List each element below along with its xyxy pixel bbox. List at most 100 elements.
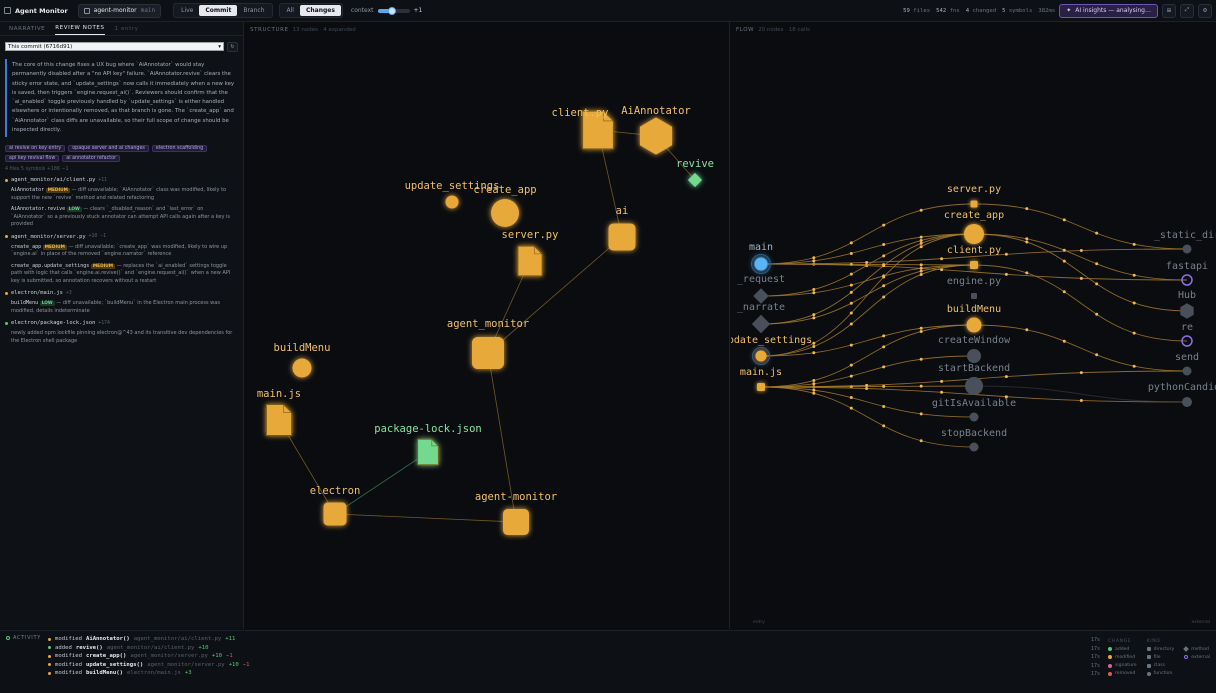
ai-insights-button[interactable]: ✦ AI insights — analysing… xyxy=(1059,3,1158,18)
flow-node-circle-icon[interactable] xyxy=(754,257,768,271)
mode-branch[interactable]: Branch xyxy=(237,5,270,16)
flow-node[interactable] xyxy=(964,224,984,244)
flow-particle xyxy=(919,357,923,361)
structure-node-package_lock[interactable] xyxy=(417,438,439,466)
activity-row[interactable]: modified AiAnnotator() agent_monitor/ai/cl… xyxy=(48,635,250,644)
flow-node[interactable] xyxy=(970,261,978,269)
flow-edge xyxy=(973,264,1188,342)
flow-node-circle-icon[interactable] xyxy=(964,224,984,244)
flow-node[interactable] xyxy=(971,293,977,299)
flow-node-circle-icon[interactable] xyxy=(966,317,982,333)
symbol-name[interactable]: buildMenu xyxy=(11,300,38,306)
flow-node[interactable] xyxy=(1182,244,1192,254)
structure-node-agent_monitor_dir[interactable] xyxy=(472,337,504,369)
flow-node[interactable] xyxy=(757,383,765,391)
tag-chip[interactable]: electron scaffolding xyxy=(151,145,208,153)
tag-chip[interactable]: ai annotator refactor xyxy=(62,155,121,163)
node-file-icon[interactable] xyxy=(417,438,439,466)
flow-particle xyxy=(812,316,816,320)
flow-node[interactable] xyxy=(969,442,979,452)
flow-node-circle-icon[interactable] xyxy=(965,377,983,395)
project-chip[interactable]: agent-monitor main xyxy=(77,3,162,18)
context-control: context +1 xyxy=(351,6,422,15)
flow-node[interactable] xyxy=(1182,366,1192,376)
flow-node-circle-icon[interactable] xyxy=(1182,366,1192,376)
flow-node-ghostdiamond-icon[interactable] xyxy=(751,314,771,334)
file-header[interactable]: electron/main.js +3 xyxy=(5,290,238,296)
flow-node[interactable] xyxy=(970,200,978,208)
flow-node[interactable] xyxy=(969,412,979,422)
flow-graph[interactable]: main _request _narrate update_settings main.… xyxy=(722,22,1216,629)
structure-node-revive[interactable] xyxy=(687,172,703,188)
layout-icon[interactable]: ⊞ xyxy=(1162,3,1176,18)
node-function-icon[interactable] xyxy=(491,199,519,227)
flow-particle xyxy=(882,424,886,428)
activity-row[interactable]: modified buildMenu() electron/main.js +3 xyxy=(48,669,250,678)
symbol-name[interactable]: AiAnnotator.revive xyxy=(11,206,65,212)
commit-select[interactable]: This commit (6716d91) ▾ xyxy=(5,42,224,51)
structure-node-agent_monitor_root[interactable] xyxy=(503,509,529,535)
structure-node-update_settings[interactable] xyxy=(445,195,459,209)
mode-commit[interactable]: Commit xyxy=(199,5,238,16)
flow-node-circle-icon[interactable] xyxy=(969,442,979,452)
refresh-icon[interactable]: ↻ xyxy=(227,42,238,52)
structure-node-create_app[interactable] xyxy=(491,199,519,227)
file-group: agent_monitor/ai/client.py +11 AiAnnotator… xyxy=(5,177,238,229)
flow-node[interactable] xyxy=(751,314,771,334)
structure-graph[interactable]: client.py AiAnnotatorreviveaiupdate_setti… xyxy=(245,22,730,629)
settings-icon[interactable]: ⚙ xyxy=(1198,3,1212,18)
node-function-icon[interactable] xyxy=(292,358,312,378)
flow-node[interactable] xyxy=(965,377,983,395)
flow-node[interactable] xyxy=(966,317,982,333)
flow-node[interactable] xyxy=(1182,397,1192,407)
flow-node-circle-icon[interactable] xyxy=(967,349,981,363)
node-method-icon[interactable] xyxy=(687,172,703,188)
expand-icon[interactable]: ⤢ xyxy=(1180,3,1194,18)
symbol-name[interactable]: AiAnnotator xyxy=(11,187,44,193)
file-header[interactable]: agent_monitor/ai/client.py +11 xyxy=(5,177,238,183)
structure-node-server_py[interactable] xyxy=(517,245,543,277)
file-header[interactable]: agent_monitor/server.py +10 −1 xyxy=(5,234,238,240)
tag-chip[interactable]: ai revive on key entry xyxy=(5,145,66,153)
structure-node-buildmenu[interactable] xyxy=(292,358,312,378)
filter-changes[interactable]: Changes xyxy=(299,5,341,16)
node-file-icon[interactable] xyxy=(517,245,543,277)
symbol-name[interactable]: create_app xyxy=(11,244,41,250)
flow-node-directory-icon[interactable] xyxy=(971,293,977,299)
activity-time: 17s xyxy=(1091,637,1101,643)
tab-review-notes[interactable]: REVIEW NOTES xyxy=(55,25,105,35)
tab-narrative[interactable]: NARRATIVE xyxy=(9,26,45,35)
structure-node-main_js[interactable] xyxy=(265,403,293,437)
flow-node-circle-icon[interactable] xyxy=(969,412,979,422)
structure-node-ai[interactable] xyxy=(608,223,636,251)
flow-particle xyxy=(1062,339,1066,343)
activity-row[interactable]: modified update_settings() agent_monitor/s… xyxy=(48,661,250,670)
symbol-name[interactable]: create_app.update_settings xyxy=(11,263,89,269)
flow-node-circle-icon[interactable] xyxy=(755,350,767,362)
node-function-icon[interactable] xyxy=(445,195,459,209)
structure-node-electron[interactable] xyxy=(323,502,347,526)
mode-live[interactable]: Live xyxy=(175,5,199,16)
node-directory-icon[interactable] xyxy=(503,509,529,535)
filter-all[interactable]: All xyxy=(281,5,300,16)
activity-row[interactable]: added revive() agent_monitor/ai/client.py +… xyxy=(48,644,250,653)
tag-chip[interactable]: opaque server and ai changes xyxy=(68,145,149,153)
context-slider-knob[interactable] xyxy=(387,6,396,15)
flow-node-directory-icon[interactable] xyxy=(970,261,978,269)
node-directory-icon[interactable] xyxy=(323,502,347,526)
context-slider[interactable] xyxy=(377,6,410,15)
activity-row[interactable]: modified create_app() agent_monitor/server… xyxy=(48,652,250,661)
node-file-icon[interactable] xyxy=(265,403,293,437)
flow-node[interactable] xyxy=(967,349,981,363)
flow-node-directory-icon[interactable] xyxy=(970,200,978,208)
file-header[interactable]: electron/package-lock.json +174 xyxy=(5,320,238,326)
node-directory-icon[interactable] xyxy=(472,337,504,369)
node-directory-icon[interactable] xyxy=(608,223,636,251)
tag-chip[interactable]: api key revival flow xyxy=(5,155,60,163)
flow-node-directory-icon[interactable] xyxy=(757,383,765,391)
flow-node-hex-icon[interactable] xyxy=(1180,303,1194,319)
status-dot-icon xyxy=(48,671,51,675)
flow-node-circle-icon[interactable] xyxy=(1182,397,1192,407)
flow-node-circle-icon[interactable] xyxy=(1182,244,1192,254)
flow-node[interactable] xyxy=(1180,303,1194,319)
